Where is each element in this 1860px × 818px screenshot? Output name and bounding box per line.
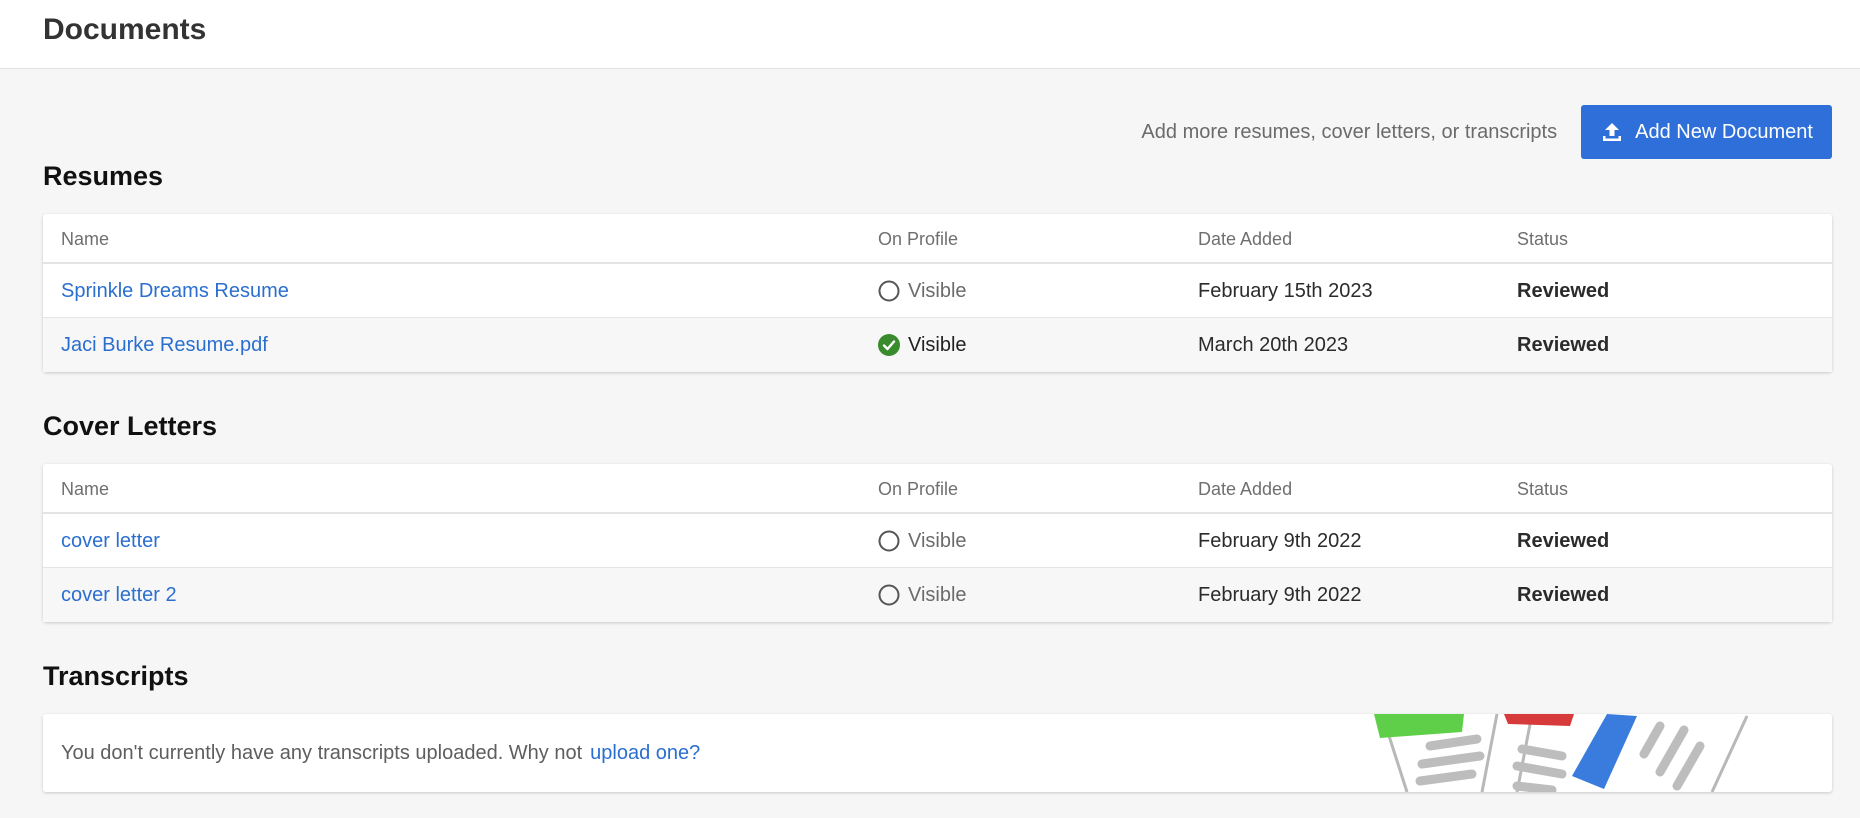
visibility-label: Visible [908,584,967,606]
cover-letters-heading: Cover Letters [43,411,218,441]
visibility-label: Visible [908,334,967,356]
document-link[interactable]: Sprinkle Dreams Resume [61,280,289,302]
column-header-on-profile: On Profile [878,229,959,249]
date-added: February 15th 2023 [1198,280,1373,302]
column-header-name: Name [61,229,110,249]
resumes-table: Name On Profile Date Added Status Sprink… [43,214,1832,372]
date-added: February 9th 2022 [1198,530,1362,552]
empty-state-text: You don't currently have any transcripts… [61,742,583,764]
circle-icon[interactable] [878,584,900,606]
circle-icon[interactable] [878,530,900,552]
column-header-name: Name [61,479,110,499]
empty-state-message: You don't currently have any transcripts… [61,714,700,792]
date-added: February 9th 2022 [1198,584,1362,606]
document-link[interactable]: cover letter 2 [61,584,177,606]
status-text: Reviewed [1517,530,1610,552]
table-row: Jaci Burke Resume.pdf Visible March 20th… [43,318,1832,372]
circle-icon[interactable] [878,280,900,302]
table-row: cover letter Visible February 9th 2022 R… [43,514,1832,568]
transcripts-empty-state: You don't currently have any transcripts… [43,714,1832,792]
date-added: March 20th 2023 [1198,334,1349,356]
table-header: Name On Profile Date Added Status [43,214,1832,264]
check-circle-icon[interactable] [878,334,900,356]
transcripts-heading: Transcripts [43,661,189,691]
status-text: Reviewed [1517,584,1610,606]
status-text: Reviewed [1517,334,1610,356]
actions-row: Add more resumes, cover letters, or tran… [1141,105,1832,159]
document-link[interactable]: Jaci Burke Resume.pdf [61,334,268,356]
column-header-on-profile: On Profile [878,479,959,499]
table-row: cover letter 2 Visible February 9th 2022… [43,568,1832,622]
add-documents-hint: Add more resumes, cover letters, or tran… [1141,120,1558,143]
table-header: Name On Profile Date Added Status [43,464,1832,514]
add-new-document-label: Add New Document [1635,120,1813,143]
add-new-document-button[interactable]: Add New Document [1581,105,1832,159]
upload-icon [1601,121,1623,143]
visibility-label: Visible [908,280,967,302]
upload-transcript-link[interactable]: upload one? [590,742,700,764]
page-title: Documents [43,13,207,46]
column-header-date-added: Date Added [1198,229,1293,249]
status-text: Reviewed [1517,280,1610,302]
table-row: Sprinkle Dreams Resume Visible February … [43,264,1832,318]
cover-letters-table: Name On Profile Date Added Status cover … [43,464,1832,622]
document-link[interactable]: cover letter [61,530,160,552]
documents-illustration [1374,714,1749,792]
column-header-date-added: Date Added [1198,479,1293,499]
column-header-status: Status [1517,229,1569,249]
resumes-heading: Resumes [43,161,164,191]
visibility-label: Visible [908,530,967,552]
top-bar: Documents [0,0,1860,69]
column-header-status: Status [1517,479,1569,499]
